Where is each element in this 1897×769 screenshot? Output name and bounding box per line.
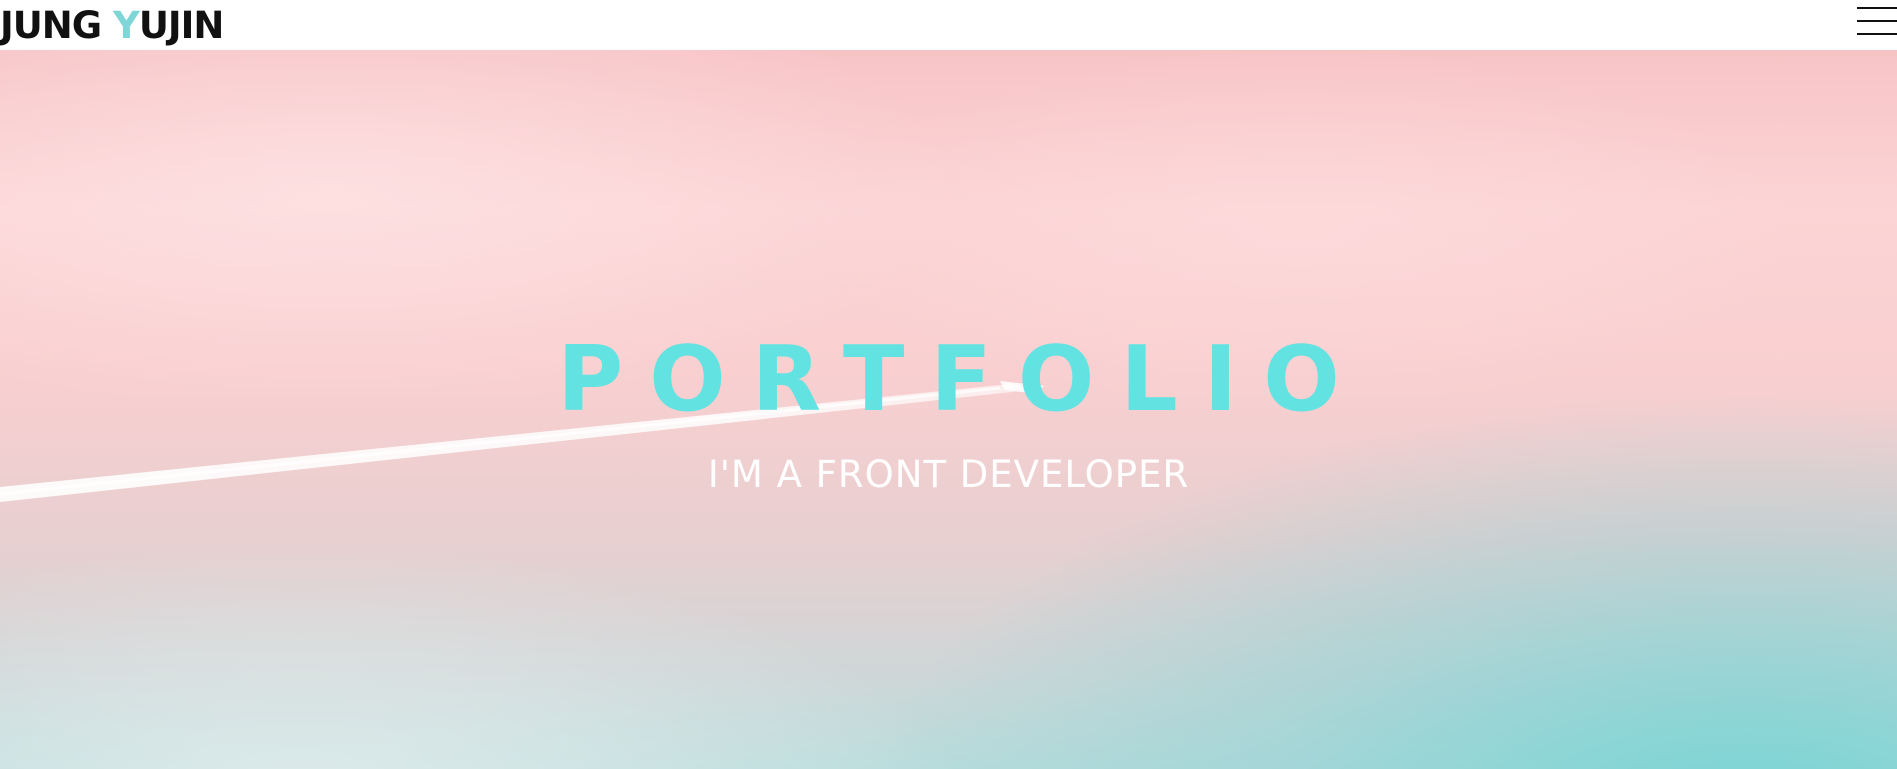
logo-text-last: UJIN xyxy=(138,4,225,47)
site-logo[interactable]: JUNG YUJIN xyxy=(0,4,225,48)
hero-subtitle: I'M A FRONT DEVELOPER xyxy=(707,453,1190,496)
hero-content: PORTFOLIO I'M A FRONT DEVELOPER xyxy=(0,330,1897,498)
site-header: JUNG YUJIN xyxy=(0,0,1897,50)
menu-bar xyxy=(1857,33,1897,35)
hero-section: PORTFOLIO I'M A FRONT DEVELOPER xyxy=(0,50,1897,769)
hero-title: PORTFOLIO xyxy=(557,327,1366,432)
menu-bar xyxy=(1857,20,1897,22)
logo-text-first: JUNG xyxy=(0,4,114,47)
hamburger-menu-icon[interactable] xyxy=(1857,4,1897,38)
logo-text-accent: Y xyxy=(113,4,140,47)
menu-bar xyxy=(1857,7,1897,9)
